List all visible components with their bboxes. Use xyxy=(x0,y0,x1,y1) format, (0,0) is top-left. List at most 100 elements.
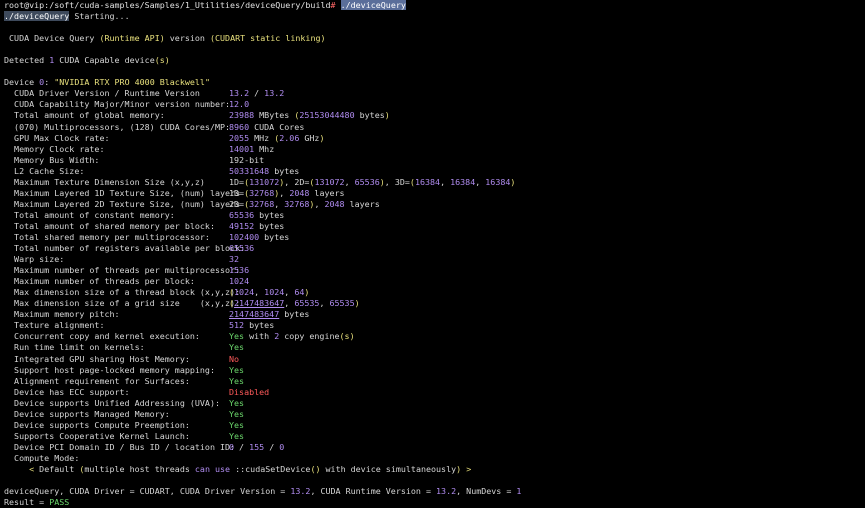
property-value: 2D= xyxy=(229,198,245,209)
property-row: Run time limit on kernels: Yes xyxy=(4,342,861,353)
property-value: bytes xyxy=(259,231,290,242)
property-value: , xyxy=(475,176,486,187)
property-value: ) xyxy=(354,298,360,309)
summary-mid: , CUDA Runtime Version = xyxy=(310,486,437,497)
property-value: 23988 xyxy=(229,110,255,121)
property-value: , 3D= xyxy=(384,176,410,187)
property-row: Concurrent copy and kernel execution: Yes… xyxy=(4,331,861,342)
property-key: Maximum Layered 2D Texture Size, (num) l… xyxy=(4,198,241,209)
property-value: 65535 xyxy=(294,298,320,309)
property-key: Supports Cooperative Kernel Launch: xyxy=(4,430,190,441)
property-row: Maximum Layered 1D Texture Size, (num) l… xyxy=(4,188,861,199)
property-row: CUDA Driver Version / Runtime Version 13.… xyxy=(4,88,861,99)
property-value: 131072 xyxy=(249,176,280,187)
property-key: Device has ECC support: xyxy=(4,386,130,397)
prompt-path: root@vip:/soft/cuda-samples/Samples/1_Ut… xyxy=(4,0,331,10)
property-value: 155 xyxy=(249,441,265,452)
header-line: CUDA Device Query (Runtime API) version … xyxy=(4,33,861,44)
property-value: 2048 xyxy=(289,187,310,198)
property-value: 14001 xyxy=(229,143,255,154)
property-value: 12.0 xyxy=(229,99,250,110)
property-row: Device supports Managed Memory: Yes xyxy=(4,409,861,420)
property-value: 49152 xyxy=(229,220,255,231)
starting-text: Starting... xyxy=(69,11,130,22)
property-value: 64 xyxy=(294,287,305,298)
property-value: with xyxy=(244,331,275,342)
property-value: ) xyxy=(510,176,516,187)
property-key: Alignment requirement for Surfaces: xyxy=(4,375,190,386)
compute-mode-lt: < xyxy=(4,463,40,474)
property-value: 1024 xyxy=(234,287,255,298)
property-value: Yes xyxy=(229,331,245,342)
property-value: , xyxy=(284,287,295,298)
property-value: 2055 xyxy=(229,132,250,143)
summary-runtime-ver: 13.2 xyxy=(436,486,457,497)
property-row: (070) Multiprocessors, (128) CUDA Cores/… xyxy=(4,122,861,133)
property-value: 25153044480 xyxy=(299,110,355,121)
property-row: Supports Cooperative Kernel Launch: Yes xyxy=(4,431,861,442)
property-value: 65536 xyxy=(354,176,380,187)
property-value: Yes xyxy=(229,342,245,353)
property-row: Maximum number of threads per block: 1024 xyxy=(4,276,861,287)
property-row: Device supports Compute Preemption: Yes xyxy=(4,420,861,431)
property-value: bytes xyxy=(354,110,385,121)
property-value: 102400 xyxy=(229,231,260,242)
property-row: Device PCI Domain ID / Bus ID / location… xyxy=(4,442,861,453)
property-value: 2147483647 xyxy=(229,309,280,320)
property-row: Device supports Unified Addressing (UVA)… xyxy=(4,398,861,409)
device-pre: Device xyxy=(4,77,40,88)
property-key: CUDA Driver Version / Runtime Version xyxy=(4,88,200,99)
property-value: 1536 xyxy=(229,265,250,276)
terminal-window[interactable]: root@vip:/soft/cuda-samples/Samples/1_Ut… xyxy=(0,0,865,508)
property-value: 1D= xyxy=(229,176,245,187)
property-value: 2147483647 xyxy=(234,298,285,309)
result-line: Result = PASS xyxy=(4,497,861,508)
property-key: Device supports Managed Memory: xyxy=(4,408,170,419)
property-row: Total amount of shared memory per block:… xyxy=(4,221,861,232)
property-row: Total shared memory per multiprocessor: 1… xyxy=(4,232,861,243)
property-row: Support host page-locked memory mapping:… xyxy=(4,365,861,376)
property-value: 32768 xyxy=(284,198,310,209)
property-row: Maximum Layered 2D Texture Size, (num) l… xyxy=(4,199,861,210)
property-value: MBytes xyxy=(254,110,295,121)
property-value: ) xyxy=(384,110,390,121)
property-value: Disabled xyxy=(229,386,270,397)
property-value: 1024 xyxy=(229,276,250,287)
property-row: Maximum memory pitch: 2147483647 bytes xyxy=(4,309,861,320)
property-value: 13.2 xyxy=(264,88,285,99)
compute-mode-call: () xyxy=(310,463,321,474)
property-value: copy engine xyxy=(279,331,340,342)
property-value: ) xyxy=(319,132,325,143)
prompt-line: root@vip:/soft/cuda-samples/Samples/1_Ut… xyxy=(4,0,861,11)
property-value: 131072 xyxy=(314,176,345,187)
compute-mode-line: < Default (multiple host threads can use… xyxy=(4,464,861,475)
property-key: Maximum Texture Dimension Size (x,y,z) xyxy=(4,176,205,187)
detected-pre: Detected xyxy=(4,55,50,66)
property-row: Max dimension size of a thread block (x,… xyxy=(4,287,861,298)
property-value: 50331648 xyxy=(229,165,270,176)
property-value: 65536 xyxy=(229,243,255,254)
property-key: Max dimension size of a thread block (x,… xyxy=(4,287,241,298)
property-row: Texture alignment: 512 bytes xyxy=(4,320,861,331)
property-value: 32768 xyxy=(249,187,275,198)
property-value: ) xyxy=(304,287,310,298)
property-value: MHz xyxy=(249,132,275,143)
compute-mode-label: Compute Mode: xyxy=(4,452,80,463)
compute-mode-can-use: can use xyxy=(194,463,231,474)
property-row: Total amount of constant memory: 65536 by… xyxy=(4,210,861,221)
property-key: Total shared memory per multiprocessor: xyxy=(4,231,210,242)
compute-mode-gt: > xyxy=(461,463,472,474)
property-value: 8960 xyxy=(229,121,250,132)
property-value: Yes xyxy=(229,430,245,441)
header-paren2: (CUDART static linking) xyxy=(209,33,326,44)
compute-mode-desc1: multiple host threads xyxy=(84,463,195,474)
header-pre: CUDA Device Query xyxy=(4,33,100,44)
property-value: Yes xyxy=(229,375,245,386)
prompt-symbol: # xyxy=(330,0,336,10)
property-value: , xyxy=(279,187,290,198)
property-value: 16384 xyxy=(414,176,441,187)
compute-mode-paren-open: ( xyxy=(74,463,85,474)
property-row: Integrated GPU sharing Host Memory: No xyxy=(4,354,861,365)
